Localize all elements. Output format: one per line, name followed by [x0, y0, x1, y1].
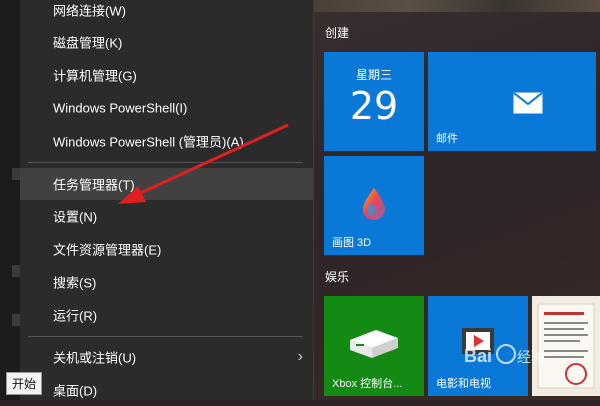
baidu-watermark-logo: Bai 经验 [464, 344, 545, 366]
svg-text:经验: 经验 [517, 349, 545, 365]
start-tooltip: 开始 [6, 372, 43, 395]
svg-text:Bai: Bai [464, 346, 492, 366]
